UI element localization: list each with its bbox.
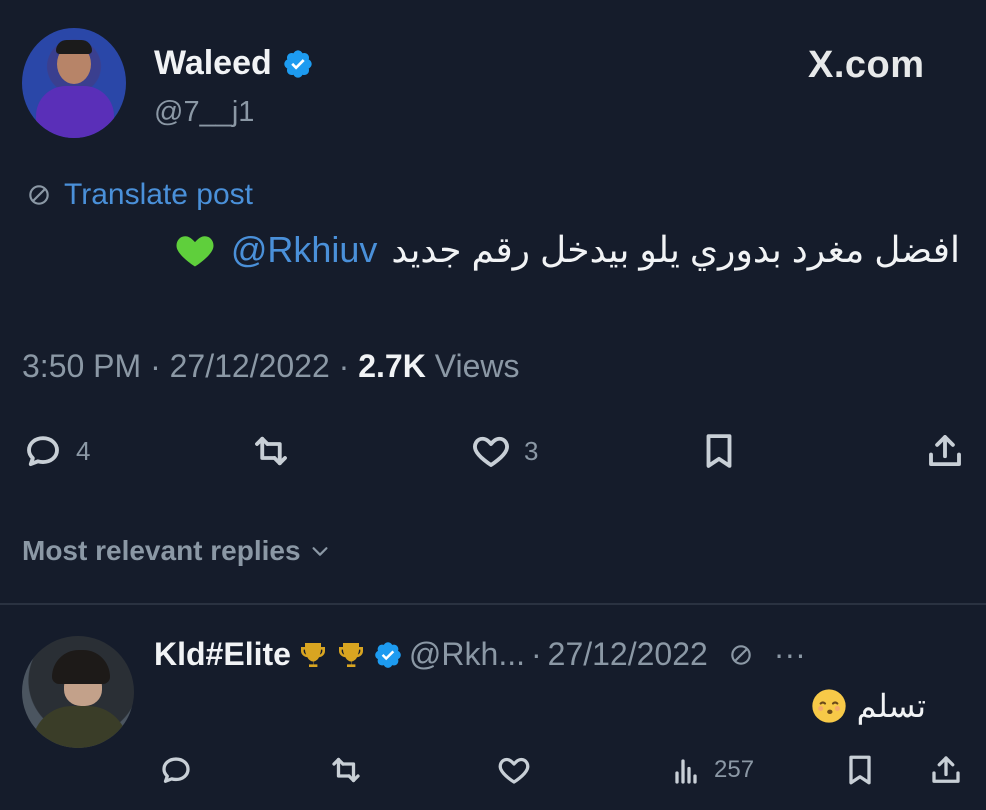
- heart-icon: [473, 436, 509, 467]
- divider: [0, 603, 986, 605]
- meta-separator: ·: [338, 348, 350, 384]
- globe-slash-icon: [731, 644, 751, 665]
- sort-label[interactable]: Most relevant replies: [22, 535, 301, 567]
- reply-bookmark-button[interactable]: [842, 752, 878, 788]
- reply-text: تسلم: [809, 686, 926, 726]
- reply-count: 4: [76, 435, 91, 466]
- author-name-text[interactable]: Waleed: [154, 44, 272, 83]
- like-count: 3: [524, 435, 539, 466]
- reply-handle[interactable]: @Rkh...: [409, 636, 525, 673]
- verified-badge-icon: [284, 49, 312, 78]
- reply-reply-button[interactable]: [158, 752, 194, 788]
- author-name[interactable]: Waleed: [154, 44, 314, 83]
- bar-chart-icon: [675, 759, 697, 784]
- bookmark-icon: [706, 434, 732, 468]
- trophy-icon: [300, 642, 325, 667]
- comment-icon: [162, 757, 190, 783]
- translate-label[interactable]: Translate post: [64, 178, 253, 212]
- mention-link[interactable]: @Rkhiuv: [231, 229, 378, 271]
- reply-date[interactable]: 27/12/2022: [548, 636, 708, 673]
- like-button[interactable]: 3: [470, 430, 538, 472]
- verified-badge-icon: [375, 641, 401, 668]
- meta-separator: ·: [150, 348, 161, 384]
- trophy-icon: [338, 642, 363, 667]
- globe-slash-icon: [29, 185, 49, 205]
- repost-button[interactable]: [250, 430, 292, 472]
- share-icon: [932, 756, 960, 783]
- chevron-down-icon: [312, 547, 328, 556]
- reply-repost-button[interactable]: [328, 752, 364, 788]
- share-icon: [929, 435, 961, 467]
- post-date[interactable]: 27/12/2022: [170, 348, 330, 384]
- reply-views-count: 257: [714, 756, 755, 783]
- brand-logo: X.com: [808, 44, 925, 86]
- author-avatar[interactable]: [22, 28, 126, 138]
- reply-views-button[interactable]: 257: [668, 752, 754, 788]
- reply-body: تسلم: [856, 688, 926, 724]
- share-button[interactable]: [924, 430, 966, 472]
- translate-post-link[interactable]: Translate post: [26, 178, 253, 212]
- views-count: 2.7K: [358, 348, 426, 384]
- repost-icon: [332, 757, 360, 783]
- post-text: افضل مغرد بدوري يلو بيدخل رقم جديد @Rkhi…: [173, 228, 960, 272]
- post-meta: 3:50 PM · 27/12/2022 · 2.7K Views: [22, 348, 519, 385]
- post-body: افضل مغرد بدوري يلو بيدخل رقم جديد: [391, 229, 960, 270]
- comment-icon: [27, 436, 59, 467]
- reply-header: Kld#Elite @Rkh... · 27/12/2022 ···: [154, 636, 806, 673]
- heart-icon: [498, 757, 530, 784]
- views-label: Views: [434, 348, 520, 384]
- repost-icon: [255, 436, 287, 466]
- meta-separator: ·: [530, 636, 542, 672]
- reply-like-button[interactable]: [496, 752, 532, 788]
- green-heart-icon: [176, 236, 214, 267]
- reply-share-button[interactable]: [928, 752, 964, 788]
- kissing-face-icon: [811, 689, 846, 723]
- reply-button[interactable]: 4: [22, 430, 90, 472]
- reply-author-name[interactable]: Kld#Elite: [154, 636, 291, 673]
- post-time[interactable]: 3:50 PM: [22, 348, 141, 384]
- reply-avatar[interactable]: [22, 636, 134, 748]
- bookmark-button[interactable]: [698, 430, 740, 472]
- bookmark-icon: [849, 755, 871, 785]
- replies-sort-dropdown[interactable]: Most relevant replies: [22, 535, 331, 567]
- author-handle[interactable]: @7__j1: [154, 96, 254, 129]
- more-options-button[interactable]: ···: [774, 636, 806, 673]
